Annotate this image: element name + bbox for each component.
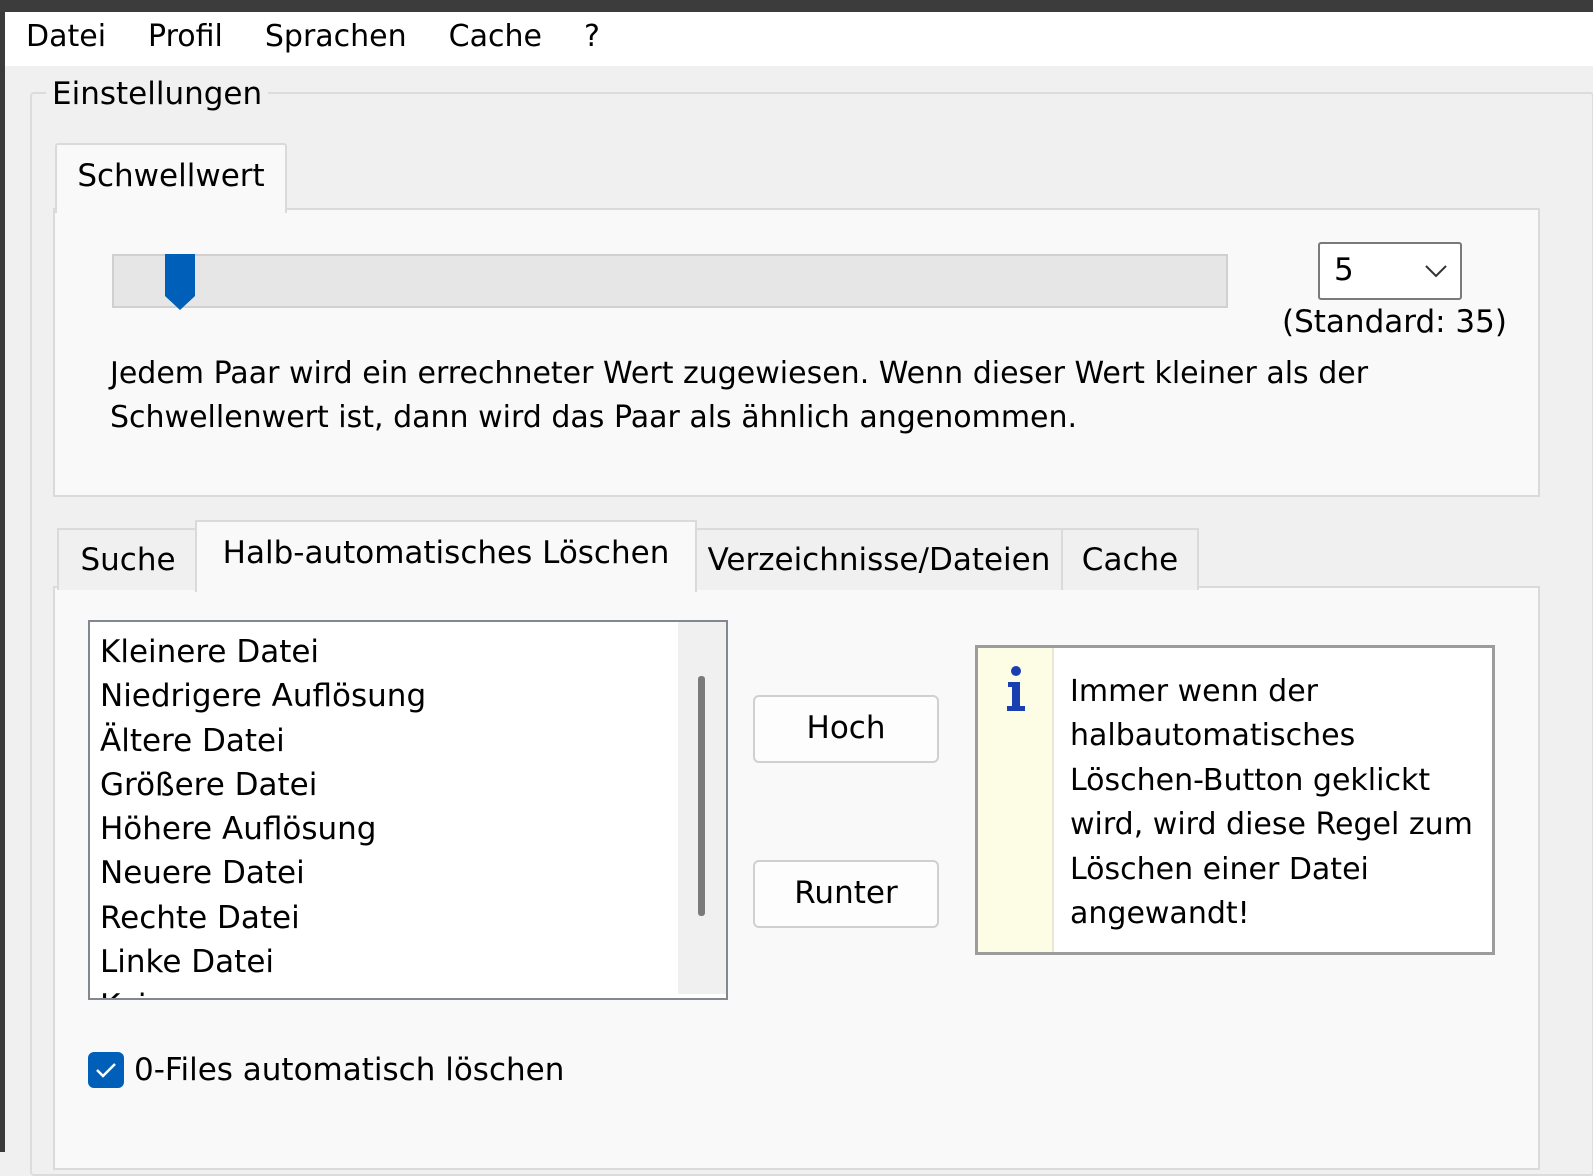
tab-verzeichnisse-dateien[interactable]: Verzeichnisse/Dateien [693, 528, 1065, 590]
menu-help[interactable]: ? [584, 10, 600, 68]
delete-rules-listbox[interactable]: Kleinere Datei Niedrigere Auflösung Älte… [88, 620, 728, 1000]
list-item[interactable]: Kein [100, 984, 426, 998]
info-text-line: angewandt! [1070, 896, 1250, 932]
tab-cache[interactable]: Cache [1061, 528, 1199, 590]
settings-group-title: Einstellungen [46, 72, 269, 116]
list-item[interactable]: Größere Datei [100, 763, 426, 807]
menu-profil[interactable]: Profil [148, 10, 223, 68]
list-item[interactable]: Linke Datei [100, 940, 426, 984]
list-item[interactable]: Ältere Datei [100, 719, 426, 763]
info-text-line: Immer wenn der [1070, 674, 1319, 709]
threshold-default-hint: (Standard: 35) [1282, 304, 1507, 340]
info-text: Immer wenn der halbautomatisches Löschen… [1070, 670, 1490, 936]
threshold-combobox[interactable]: 5 [1318, 242, 1462, 300]
checkmark-icon [96, 1063, 116, 1078]
info-text-line: Löschen einer Datei [1070, 851, 1369, 887]
tab-halb-automatisches-loeschen[interactable]: Halb-automatisches Löschen [195, 520, 697, 592]
list-item[interactable]: Niedrigere Auflösung [100, 674, 426, 718]
info-text-line: Löschen-Button geklickt [1070, 762, 1431, 798]
list-item[interactable]: Rechte Datei [100, 896, 426, 940]
menu-datei[interactable]: Datei [26, 10, 106, 68]
list-item[interactable]: Höhere Auflösung [100, 807, 426, 851]
threshold-slider-thumb[interactable] [162, 252, 198, 312]
auto-delete-checkbox[interactable] [88, 1052, 124, 1088]
menu-bar: Datei Profil Sprachen Cache ? [5, 12, 1593, 66]
move-up-button[interactable]: Hoch [753, 695, 939, 763]
threshold-slider-track[interactable] [112, 254, 1228, 308]
info-icon [1000, 664, 1030, 714]
list-item[interactable]: Kleinere Datei [100, 630, 426, 674]
window-title-strip [0, 0, 1593, 12]
tab-suche[interactable]: Suche [57, 528, 199, 590]
listbox-scrollbar[interactable] [678, 622, 726, 994]
move-down-button[interactable]: Runter [753, 860, 939, 928]
info-text-line: wird, wird diese Regel zum [1070, 807, 1473, 843]
threshold-description-line: Schwellenwert ist, dann wird das Paar al… [110, 400, 1078, 435]
auto-delete-label[interactable]: 0-Files automatisch löschen [134, 1048, 564, 1092]
list-item[interactable]: Neuere Datei [100, 851, 426, 895]
tab-schwellwert[interactable]: Schwellwert [55, 143, 287, 213]
threshold-description-line: Jedem Paar wird ein errechneter Wert zug… [110, 356, 1369, 391]
threshold-value: 5 [1334, 252, 1354, 288]
menu-sprachen[interactable]: Sprachen [265, 10, 407, 68]
scrollbar-thumb[interactable] [698, 676, 705, 916]
window-left-edge [0, 12, 5, 1152]
chevron-down-icon [1422, 258, 1450, 282]
menu-cache[interactable]: Cache [449, 10, 542, 68]
info-text-line: halbautomatisches [1070, 718, 1356, 754]
info-icon-column [978, 648, 1054, 952]
threshold-description: Jedem Paar wird ein errechneter Wert zug… [110, 352, 1430, 440]
info-box: Immer wenn der halbautomatisches Löschen… [975, 645, 1495, 955]
